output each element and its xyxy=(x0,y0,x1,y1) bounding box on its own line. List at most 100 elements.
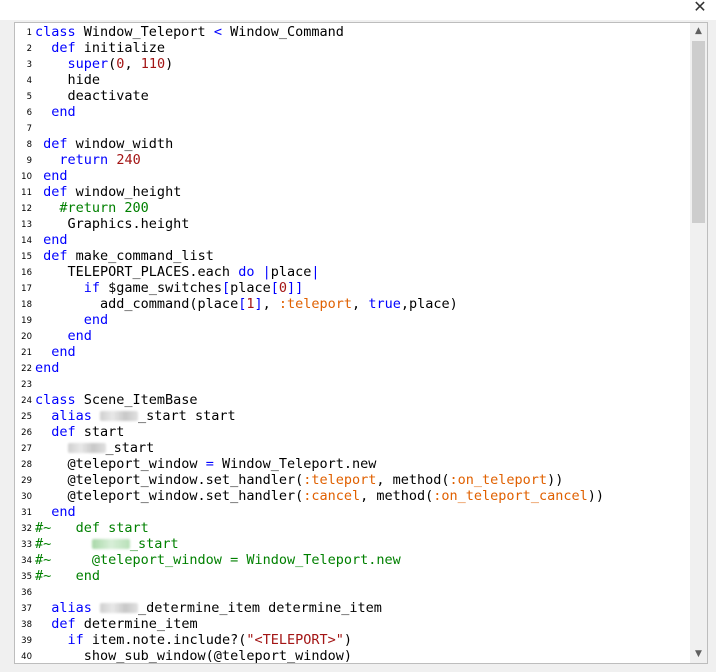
line-number: 35 xyxy=(21,572,32,582)
code-text[interactable]: #~ @teleport_window = Window_Teleport.ne… xyxy=(35,552,401,568)
scroll-down-arrow-icon[interactable]: ▼ xyxy=(690,646,707,663)
code-text[interactable]: #return 200 xyxy=(35,200,148,216)
line-number: 18 xyxy=(21,300,32,310)
code-text[interactable]: #~ end xyxy=(35,568,100,584)
code-line[interactable]: 13 Graphics.height xyxy=(15,216,689,232)
code-text[interactable]: #~ def start xyxy=(35,520,149,536)
code-text[interactable]: end xyxy=(35,232,67,248)
code-line[interactable]: 11 def window_height xyxy=(15,184,689,200)
code-line[interactable]: 32 #~ def start xyxy=(15,520,689,536)
code-line[interactable]: 1 class Window_Teleport < Window_Command xyxy=(15,24,689,40)
line-number: 31 xyxy=(21,508,32,518)
code-line[interactable]: 35 #~ end xyxy=(15,568,689,584)
vertical-scrollbar[interactable]: ▲ ▼ xyxy=(690,23,707,663)
code-line[interactable]: 27 _start xyxy=(15,440,689,456)
line-number: 37 xyxy=(21,604,32,614)
script-editor[interactable]: 1 class Window_Teleport < Window_Command 2… xyxy=(14,22,708,664)
code-text[interactable]: def start xyxy=(35,424,124,440)
code-text[interactable]: class Scene_ItemBase xyxy=(35,392,198,408)
code-area[interactable]: 1 class Window_Teleport < Window_Command 2… xyxy=(15,24,689,663)
code-text[interactable]: def window_height xyxy=(35,184,181,200)
code-line[interactable]: 33 #~ _start xyxy=(15,536,689,552)
line-number: 20 xyxy=(21,332,32,342)
code-line[interactable]: 22 end xyxy=(15,360,689,376)
code-text[interactable]: hide xyxy=(35,72,101,88)
code-text[interactable]: show_sub_window(@teleport_window) xyxy=(35,648,352,663)
code-line[interactable]: 2 def initialize xyxy=(15,40,689,56)
code-line[interactable]: 8 def window_width xyxy=(15,136,689,152)
line-number: 8 xyxy=(26,140,32,150)
code-line[interactable]: 17 if $game_switches[place[0]] xyxy=(15,280,689,296)
code-line[interactable]: 31 end xyxy=(15,504,689,520)
code-line[interactable]: 15 def make_command_list xyxy=(15,248,689,264)
code-text[interactable]: end xyxy=(35,328,92,344)
line-number: 24 xyxy=(21,396,32,406)
code-text[interactable]: class Window_Teleport < Window_Command xyxy=(35,24,344,40)
code-line[interactable]: 6 end xyxy=(15,104,689,120)
code-line[interactable]: 36 xyxy=(15,584,689,600)
code-line[interactable]: 12 #return 200 xyxy=(15,200,689,216)
code-line[interactable]: 26 def start xyxy=(15,424,689,440)
code-line[interactable]: 14 end xyxy=(15,232,689,248)
code-text[interactable]: end xyxy=(35,104,75,120)
code-line[interactable]: 16 TELEPORT_PLACES.each do |place| xyxy=(15,264,689,280)
code-line[interactable]: 28 @teleport_window = Window_Teleport.ne… xyxy=(15,456,689,472)
code-text[interactable]: if item.note.include?("<TELEPORT>") xyxy=(35,632,353,648)
line-number: 17 xyxy=(21,284,32,294)
code-text[interactable]: end xyxy=(35,344,75,360)
code-text[interactable]: def make_command_list xyxy=(35,248,214,264)
code-line[interactable]: 25 alias _start start xyxy=(15,408,689,424)
code-text[interactable]: @teleport_window.set_handler(:cancel, me… xyxy=(35,488,604,504)
close-button[interactable]: ✕ xyxy=(690,0,710,17)
code-text[interactable]: if $game_switches[place[0]] xyxy=(35,280,304,296)
code-text[interactable]: add_command(place[1], :teleport, true,pl… xyxy=(35,296,458,312)
code-line[interactable]: 24 class Scene_ItemBase xyxy=(15,392,689,408)
code-text[interactable]: def window_width xyxy=(35,136,173,152)
line-number: 32 xyxy=(21,524,32,534)
code-line[interactable]: 5 deactivate xyxy=(15,88,689,104)
title-bar: ✕ xyxy=(0,0,716,20)
code-text[interactable]: end xyxy=(35,168,67,184)
line-number: 15 xyxy=(21,252,32,262)
code-line[interactable]: 18 add_command(place[1], :teleport, true… xyxy=(15,296,689,312)
code-text[interactable]: def initialize xyxy=(35,40,165,56)
code-text[interactable]: deactivate xyxy=(35,88,149,104)
code-text[interactable]: @teleport_window = Window_Teleport.new xyxy=(35,456,377,472)
code-text[interactable]: alias _start start xyxy=(35,408,235,424)
code-line[interactable]: 29 @teleport_window.set_handler(:telepor… xyxy=(15,472,689,488)
line-number: 19 xyxy=(21,316,32,326)
code-text[interactable]: Graphics.height xyxy=(35,216,190,232)
code-line[interactable]: 21 end xyxy=(15,344,689,360)
code-text[interactable]: return 240 xyxy=(35,152,140,168)
code-text[interactable]: alias _determine_item determine_item xyxy=(35,600,382,616)
code-line[interactable]: 38 def determine_item xyxy=(15,616,689,632)
scrollbar-thumb[interactable] xyxy=(692,41,705,223)
code-line[interactable]: 3 super(0, 110) xyxy=(15,56,689,72)
code-text[interactable]: TELEPORT_PLACES.each do |place| xyxy=(35,264,320,280)
code-line[interactable]: 39 if item.note.include?("<TELEPORT>") xyxy=(15,632,689,648)
code-text[interactable]: def determine_item xyxy=(35,616,197,632)
code-line[interactable]: 23 xyxy=(15,376,689,392)
code-line[interactable]: 9 return 240 xyxy=(15,152,689,168)
code-text[interactable]: end xyxy=(35,312,108,328)
code-line[interactable]: 34 #~ @teleport_window = Window_Teleport.… xyxy=(15,552,689,568)
code-text[interactable]: _start xyxy=(35,440,154,456)
code-text[interactable]: @teleport_window.set_handler(:teleport, … xyxy=(35,472,564,488)
code-line[interactable]: 4 hide xyxy=(15,72,689,88)
line-number: 4 xyxy=(26,76,32,86)
scroll-up-arrow-icon[interactable]: ▲ xyxy=(690,23,707,40)
code-line[interactable]: 37 alias _determine_item determine_item xyxy=(15,600,689,616)
line-number: 33 xyxy=(21,540,32,550)
code-text[interactable]: super(0, 110) xyxy=(35,56,174,72)
line-number: 6 xyxy=(26,108,32,118)
code-line[interactable]: 30 @teleport_window.set_handler(:cancel,… xyxy=(15,488,689,504)
code-line[interactable]: 10 end xyxy=(15,168,689,184)
code-line[interactable]: 7 xyxy=(15,120,689,136)
code-line[interactable]: 19 end xyxy=(15,312,689,328)
code-text[interactable]: end xyxy=(35,360,59,376)
line-number: 40 xyxy=(21,652,32,662)
code-line[interactable]: 20 end xyxy=(15,328,689,344)
code-line[interactable]: 40 show_sub_window(@teleport_window) xyxy=(15,648,689,663)
code-text[interactable]: #~ _start xyxy=(35,536,179,552)
code-text[interactable]: end xyxy=(35,504,75,520)
